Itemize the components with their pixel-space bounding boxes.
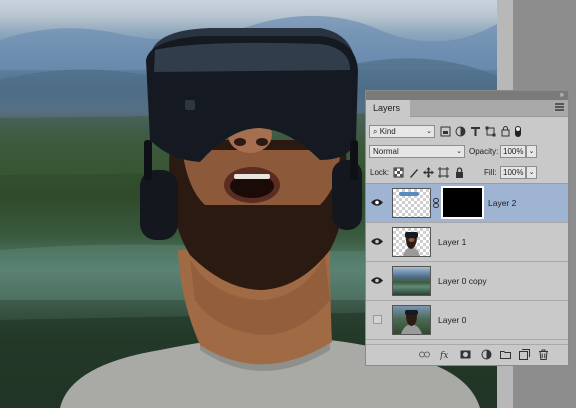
layer-row-layer-0-copy[interactable]: Layer 0 copy <box>366 262 568 301</box>
layer-row-layer-0[interactable]: Layer 0 <box>366 301 568 340</box>
layer-name[interactable]: Layer 1 <box>438 236 466 248</box>
lock-all-icon[interactable] <box>454 167 465 178</box>
lock-row: Lock: Fill: 100% ⌄ <box>366 166 568 179</box>
mask-link-icon[interactable] <box>433 198 439 208</box>
eye-visibility-icon[interactable] <box>371 237 383 246</box>
eye-visibility-icon[interactable] <box>371 198 383 207</box>
add-mask-icon[interactable] <box>460 349 471 360</box>
layer-thumbnail[interactable] <box>392 227 431 257</box>
layer-name[interactable]: Layer 2 <box>488 197 516 209</box>
panel-title-bar[interactable]: » <box>366 90 568 100</box>
layer-thumbnail[interactable] <box>392 188 431 218</box>
adjustment-filter-icon[interactable] <box>455 126 466 137</box>
smart-object-filter-icon[interactable] <box>500 126 511 137</box>
filter-row: ⌕ Kind ⌄ <box>366 125 568 138</box>
lock-position-icon[interactable] <box>423 167 434 178</box>
chevron-down-icon: ⌄ <box>426 128 432 135</box>
adjustment-layer-icon[interactable] <box>481 349 492 360</box>
chevron-down-icon: ⌄ <box>456 148 462 155</box>
fx-icon[interactable]: fx <box>440 349 453 360</box>
tab-layers[interactable]: Layers <box>366 100 410 117</box>
lock-transparent-pixels-icon[interactable] <box>393 167 404 178</box>
search-icon: ⌕ <box>373 127 378 136</box>
fill-label: Fill: <box>484 168 497 177</box>
panel-menu-icon[interactable] <box>555 103 564 111</box>
panel-bottom-toolbar: fx <box>366 344 568 365</box>
opacity-label: Opacity: <box>469 147 499 156</box>
stroke-preview <box>399 192 419 196</box>
artboard-lock-icon[interactable] <box>438 167 449 178</box>
delete-trash-icon[interactable] <box>538 349 549 360</box>
blend-mode-value: Normal <box>373 147 399 156</box>
opacity-dropdown-icon[interactable]: ⌄ <box>526 145 537 158</box>
layer-row-layer-1[interactable]: Layer 1 <box>366 223 568 262</box>
layer-thumbnail[interactable] <box>392 305 431 335</box>
lock-label: Lock: <box>370 168 390 177</box>
svg-text:fx: fx <box>440 351 448 360</box>
layers-list: Layer 2 Layer 1 Layer 0 copy Layer 0 <box>366 183 568 340</box>
layer-name[interactable]: Layer 0 <box>438 314 466 326</box>
fill-dropdown-icon[interactable]: ⌄ <box>526 166 537 179</box>
link-layers-icon[interactable] <box>419 349 430 360</box>
blend-mode-select[interactable]: Normal ⌄ <box>369 145 465 158</box>
person-thumbnail-image <box>403 232 420 256</box>
layer-thumbnail[interactable] <box>392 266 431 296</box>
pixel-filter-icon[interactable] <box>440 126 451 137</box>
fill-input[interactable]: 100% <box>500 166 526 179</box>
panel-tab-row: Layers <box>366 100 568 117</box>
kind-label: Kind <box>379 127 396 136</box>
shape-filter-icon[interactable] <box>485 126 496 137</box>
photo-thumbnail-image <box>401 310 422 334</box>
filter-toggle-icon[interactable] <box>514 126 522 137</box>
new-layer-icon[interactable] <box>519 349 530 360</box>
layers-panel: » Layers ⌕ Kind ⌄ Normal ⌄ Opacity: 100%… <box>365 90 569 366</box>
layer-mask-thumbnail[interactable] <box>441 186 484 219</box>
visibility-toggle-off[interactable] <box>373 315 382 324</box>
opacity-input[interactable]: 100% <box>500 145 526 158</box>
layer-name[interactable]: Layer 0 copy <box>438 275 487 287</box>
eye-visibility-icon[interactable] <box>371 276 383 285</box>
blend-row: Normal ⌄ Opacity: 100% ⌄ <box>366 145 568 158</box>
lock-image-pixels-icon[interactable] <box>408 167 419 178</box>
group-folder-icon[interactable] <box>500 349 511 360</box>
filter-kind-select[interactable]: ⌕ Kind ⌄ <box>369 125 435 138</box>
layer-row-layer-2[interactable]: Layer 2 <box>366 184 568 223</box>
type-filter-icon[interactable] <box>470 126 481 137</box>
